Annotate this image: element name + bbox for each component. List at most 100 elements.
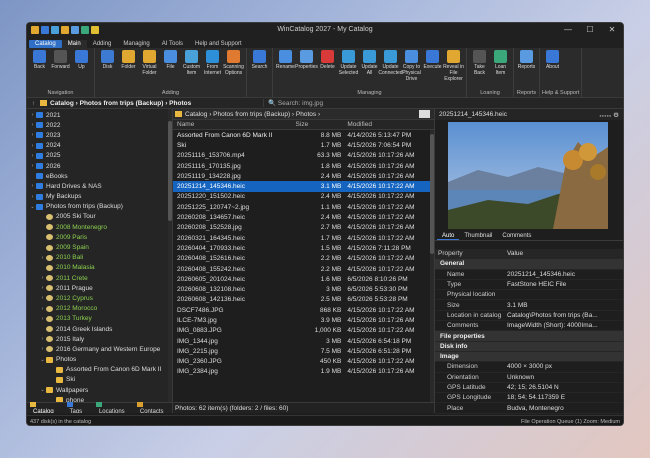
tree-item-photos-from-trips-backup[interactable]: ⌄ Photos from trips (Backup): [27, 202, 172, 212]
file-list-scrollbar[interactable]: [430, 130, 434, 402]
chevron-icon[interactable]: ⌄: [39, 387, 46, 393]
tree-item-ebooks[interactable]: eBooks: [27, 171, 172, 181]
file-row[interactable]: 20251220_151502.heic 2.4 MB 4/15/2026 10:1…: [173, 192, 434, 202]
chevron-icon[interactable]: ›: [39, 316, 46, 322]
tree-item-hard-drives-nas[interactable]: › Hard Drives & NAS: [27, 181, 172, 191]
delete-button[interactable]: Delete: [317, 48, 338, 90]
disk-button[interactable]: Disk: [97, 48, 118, 90]
file-row[interactable]: 20251119_134228.jpg 2.4 MB 4/15/2026 10:17…: [173, 171, 434, 181]
reveal-in-file-explorer-button[interactable]: Reveal in File Explorer: [443, 48, 464, 90]
tab-adding[interactable]: Adding: [87, 40, 118, 48]
chevron-icon[interactable]: ›: [29, 163, 36, 169]
virtual-folder-button[interactable]: Virtual Folder: [139, 48, 160, 90]
property-section[interactable]: Image: [435, 351, 623, 363]
properties-button[interactable]: Properties: [295, 48, 318, 90]
chevron-icon[interactable]: ›: [39, 295, 46, 301]
file-row[interactable]: 20260605_201024.heic 1.6 MB 6/5/2026 8:10:…: [173, 274, 434, 284]
chevron-icon[interactable]: ›: [39, 306, 46, 312]
chevron-icon[interactable]: ›: [29, 194, 36, 200]
view-mode-icon[interactable]: [419, 110, 430, 118]
tree-item-2012-morocco[interactable]: › 2012 Morocco: [27, 304, 172, 314]
tree-item-2009-paris[interactable]: 2009 Paris: [27, 232, 172, 242]
tree-item-ski[interactable]: Ski: [27, 375, 172, 385]
file-row[interactable]: IMG_2384.jpg 1.9 MB 4/15/2026 10:17:26 AM: [173, 367, 434, 377]
tree-item-2009-spain[interactable]: 2009 Spain: [27, 242, 172, 252]
chevron-icon[interactable]: ›: [39, 275, 46, 281]
file-row[interactable]: IMG_0883.JPG 1,000 KB 4/15/2026 10:17:22 A…: [173, 326, 434, 336]
file-row[interactable]: 20260208_152528.jpg 2.7 MB 4/15/2026 10:17…: [173, 223, 434, 233]
chevron-icon[interactable]: ›: [29, 132, 36, 138]
property-row[interactable]: GPS Longitude 18; 54; 54.117359 E: [435, 393, 623, 404]
chevron-icon[interactable]: ›: [29, 153, 36, 159]
property-section[interactable]: General: [435, 259, 623, 270]
tree-item-assorted-from-canon-6d-mark-ii[interactable]: Assorted From Canon 6D Mark II: [27, 365, 172, 375]
chevron-icon[interactable]: ›: [39, 336, 46, 342]
property-section[interactable]: Disk info: [435, 341, 623, 352]
execute-button[interactable]: Execute: [422, 48, 443, 90]
tree-item-2012-cyprus[interactable]: › 2012 Cyprus: [27, 293, 172, 303]
file-row[interactable]: 20251116_153706.mp4 63.3 MB 4/15/2026 10:1…: [173, 151, 434, 161]
up-button[interactable]: Up: [71, 48, 92, 90]
file-button[interactable]: File: [160, 48, 181, 90]
file-row[interactable]: 20260408_152616.heic 2.2 MB 4/15/2026 10:1…: [173, 254, 434, 264]
chevron-icon[interactable]: ›: [39, 255, 46, 261]
loan-item-button[interactable]: Loan Item: [490, 48, 511, 90]
column-property[interactable]: Property: [435, 250, 503, 257]
file-row[interactable]: ILCE-7M3.jpg 3.9 MB 4/15/2026 10:17:26 AM: [173, 315, 434, 325]
file-row[interactable]: 20251116_170135.jpg 1.8 MB 4/15/2026 10:17…: [173, 161, 434, 171]
tab-contacts[interactable]: Contacts: [134, 401, 172, 413]
about-button[interactable]: About: [542, 48, 563, 90]
from-internet-button[interactable]: From Internet: [202, 48, 223, 90]
tab-catalog[interactable]: Catalog: [29, 40, 62, 48]
rename-button[interactable]: Rename: [275, 48, 296, 90]
column-modified[interactable]: Modified: [347, 121, 434, 128]
file-row[interactable]: 20260208_134657.heic 2.4 MB 4/15/2026 10:1…: [173, 212, 434, 222]
search-button[interactable]: Search: [249, 48, 270, 96]
property-row[interactable]: Comments ImageWidth (Short): 4000Ima...: [435, 321, 623, 332]
tree-item-photos[interactable]: ⌄ Photos: [27, 355, 172, 365]
tree-item-2010-malasia[interactable]: 2010 Malasia: [27, 263, 172, 273]
reports-button[interactable]: Reports: [516, 48, 537, 90]
tree-item-my-backups[interactable]: › My Backups: [27, 192, 172, 202]
tree-item-2008-montenegro[interactable]: 2008 Montenegro: [27, 222, 172, 232]
chevron-icon[interactable]: ⌄: [29, 204, 36, 210]
file-row[interactable]: 20251225_120747~2.jpg 1.1 MB 4/15/2026 10:…: [173, 202, 434, 212]
file-row[interactable]: IMG_1344.jpg 3 MB 4/15/2026 6:54:18 PM: [173, 336, 434, 346]
file-row[interactable]: Assorted From Canon 6D Mark II 8.8 MB 4/14…: [173, 130, 434, 140]
file-row[interactable]: 20260608_142136.heic 2.5 MB 6/5/2026 5:53:…: [173, 295, 434, 305]
back-button[interactable]: Back: [29, 48, 50, 90]
tree-item-2013-turkey[interactable]: › 2013 Turkey: [27, 314, 172, 324]
update-all-button[interactable]: Update All: [359, 48, 380, 90]
file-list-path[interactable]: Catalog › Photos from trips (Backup) › P…: [185, 111, 419, 118]
file-row[interactable]: 20260321_164345.heic 1.7 MB 4/15/2026 10:1…: [173, 233, 434, 243]
folder-button[interactable]: Folder: [118, 48, 139, 90]
tree-item-2021[interactable]: › 2021: [27, 110, 172, 120]
file-row[interactable]: IMG_2215.jpg 7.5 MB 4/15/2026 6:51:28 PM: [173, 346, 434, 356]
tree-item-wallpapers[interactable]: ⌄ Wallpapers: [27, 385, 172, 395]
tab-tags[interactable]: Tags: [64, 401, 93, 413]
tree-item-2024[interactable]: › 2024: [27, 141, 172, 151]
tab-catalog[interactable]: Catalog: [27, 401, 64, 413]
chevron-icon[interactable]: ›: [39, 285, 46, 291]
tree-item-2005-ski-tour[interactable]: 2005 Ski Tour: [27, 212, 172, 222]
tab-comments[interactable]: Comments: [497, 233, 536, 239]
tab-ai-tools[interactable]: AI Tools: [156, 40, 189, 48]
photo-preview[interactable]: [448, 122, 608, 229]
tab-main[interactable]: Main: [61, 40, 87, 48]
property-row[interactable]: Size 3.1 MB: [435, 300, 623, 311]
property-row[interactable]: Dimension 4000 × 3000 px: [435, 362, 623, 373]
up-arrow-icon[interactable]: ↑: [27, 100, 40, 107]
property-section[interactable]: File properties: [435, 331, 623, 342]
minimize-button[interactable]: —: [557, 23, 579, 37]
property-row[interactable]: Type FastStone HEIC File: [435, 280, 623, 291]
tree-item-2015-italy[interactable]: › 2015 Italy: [27, 334, 172, 344]
tab-auto[interactable]: Auto: [437, 233, 460, 240]
tree-item-2022[interactable]: › 2022: [27, 120, 172, 130]
tree-item-2010-bali[interactable]: › 2010 Bali: [27, 253, 172, 263]
tab-locations[interactable]: Locations: [93, 401, 134, 413]
forward-button[interactable]: Forward: [50, 48, 71, 90]
file-row[interactable]: DSCF7486.JPG 868 KB 4/15/2026 10:17:22 AM: [173, 305, 434, 315]
chevron-icon[interactable]: ›: [29, 143, 36, 149]
custom-item-button[interactable]: Custom Item: [181, 48, 202, 90]
scanning-options-button[interactable]: Scanning Options: [223, 48, 244, 90]
